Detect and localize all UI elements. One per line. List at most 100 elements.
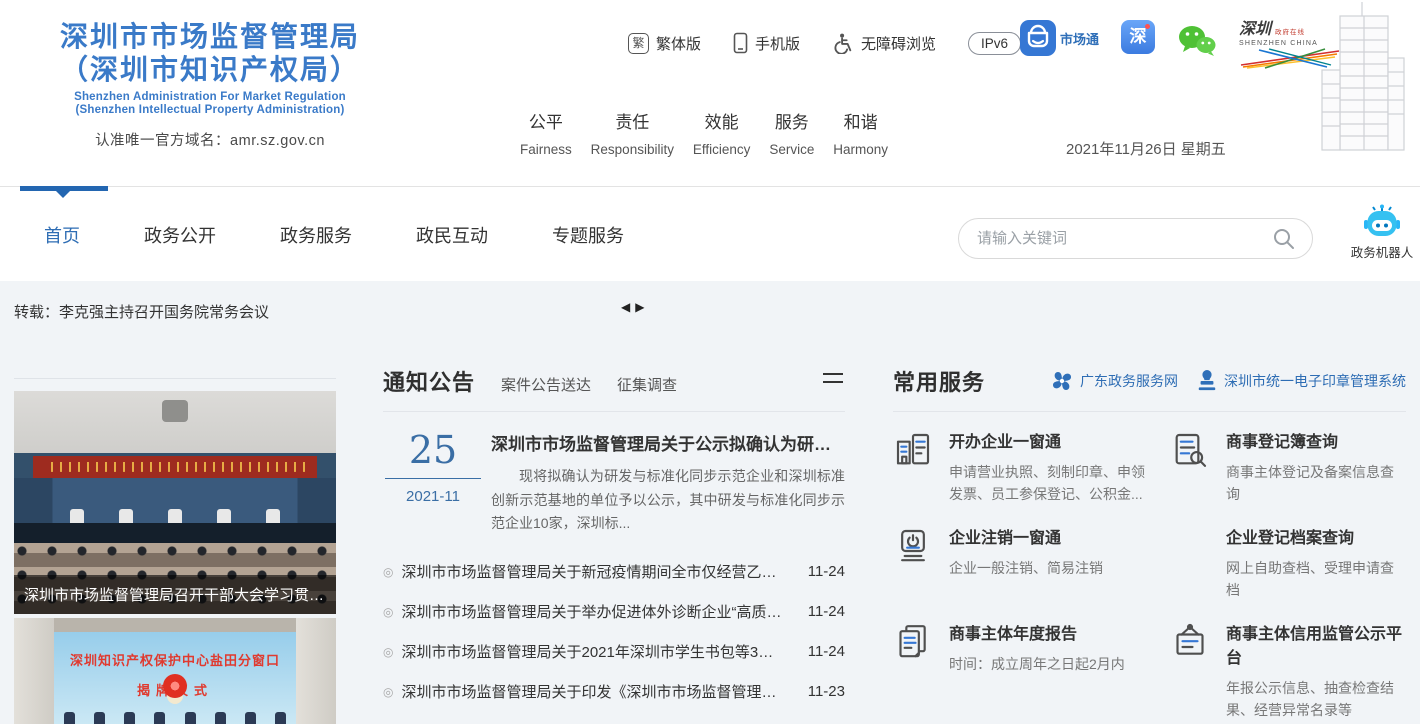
ticker-next-icon[interactable]: ▶ — [635, 300, 644, 314]
building-illustration — [1306, 0, 1414, 152]
sign-board-icon — [1170, 620, 1210, 722]
ticker-prev-icon[interactable]: ◀ — [621, 300, 630, 314]
news-ticker-link[interactable]: 转载：李克强主持召开国务院常务会议 — [14, 301, 269, 322]
service-title: 商事登记簿查询 — [1226, 428, 1406, 452]
notices-header: 通知公告 案件公告送达 征集调查 — [383, 365, 845, 412]
photo-caption[interactable]: 深圳市市场监督管理局召开干部大会学习贯彻党的十... — [14, 575, 336, 614]
search-bar — [958, 218, 1313, 259]
service-company-cancel[interactable]: 企业注销一窗通 企业一般注销、简易注销 — [893, 524, 1156, 602]
power-device-icon — [893, 524, 933, 602]
featured-month: 2021-11 — [383, 488, 483, 505]
ishenzhen-app-glyph: 深 — [1130, 27, 1147, 46]
services-panel: 常用服务 广东政务服务网 深圳市统一电子印章管理系统 — [893, 365, 1406, 721]
featured-day: 25 — [383, 430, 483, 470]
service-title: 商事主体年度报告 — [949, 620, 1125, 644]
featured-excerpt: 现将拟确认为研发与标准化同步示范企业和深圳标准创新示范基地的单位予以公示，其中研… — [491, 465, 845, 536]
news-photo-ceremony[interactable]: 深圳知识产权保护中心盐田分窗口 揭牌仪式 — [14, 618, 336, 724]
notice-list: ◎ 深圳市市场监督管理局关于新冠疫情期间全市仅经营乙类非... 11-24 ◎ … — [383, 552, 845, 712]
nav-item-interaction[interactable]: 政民互动 — [416, 222, 488, 248]
photo-projector — [162, 400, 188, 422]
notices-tab-case-delivery[interactable]: 案件公告送达 — [501, 374, 591, 395]
market-app-link[interactable]: 市场通 — [1020, 20, 1099, 56]
service-title: 商事主体信用监管公示平台 — [1226, 620, 1406, 668]
traditional-chinese-link[interactable]: 繁 繁体版 — [628, 33, 701, 54]
logo-title-cn-1: 深圳市市场监督管理局 — [24, 20, 396, 53]
service-archive-search[interactable]: 企业登记档案查询 网上自助查档、受理申请查档 — [1170, 524, 1406, 602]
ticker-arrows: ◀ ▶ — [621, 300, 644, 314]
bullet-icon: ◎ — [383, 645, 393, 659]
service-company-setup[interactable]: 开办企业一窗通 申请营业执照、刻制印章、申领发票、员工参保登记、公积金... — [893, 428, 1156, 506]
services-title: 常用服务 — [893, 365, 985, 397]
notices-more-icon[interactable] — [823, 373, 843, 389]
ishenzhen-app-dot — [1145, 24, 1150, 29]
service-credit-platform[interactable]: 商事主体信用监管公示平台 年报公示信息、抽查检查结果、经营异常名录等 — [1170, 620, 1406, 722]
service-annual-report[interactable]: 商事主体年度报告 时间：成立周年之日起2月内 — [893, 620, 1156, 722]
value-en: Service — [769, 142, 814, 157]
notice-title: 深圳市市场监督管理局关于举办促进体外诊断企业“高质量... — [401, 601, 785, 622]
robot-icon — [1362, 204, 1402, 240]
value-efficiency: 效能 Efficiency — [693, 108, 751, 157]
bullet-icon: ◎ — [383, 605, 393, 619]
mobile-version-label: 手机版 — [755, 33, 800, 54]
accessibility-label: 无障碍浏览 — [861, 33, 936, 54]
value-fairness: 公平 Fairness — [520, 108, 572, 157]
mobile-phone-icon — [733, 32, 748, 54]
notices-panel: 通知公告 案件公告送达 征集调查 25 2021-11 深圳市市场监督管理局关于… — [383, 365, 845, 712]
service-title: 开办企业一窗通 — [949, 428, 1156, 452]
accessibility-link[interactable]: 无障碍浏览 — [832, 32, 936, 54]
values-row: 公平 Fairness 责任 Responsibility 效能 Efficie… — [520, 108, 888, 157]
notice-row[interactable]: ◎ 深圳市市场监督管理局关于举办促进体外诊断企业“高质量... 11-24 — [383, 592, 845, 632]
notice-row[interactable]: ◎ 深圳市市场监督管理局关于2021年深圳市学生书包等3类产... 11-24 — [383, 632, 845, 672]
eseal-system-link[interactable]: 深圳市统一电子印章管理系统 — [1196, 370, 1406, 392]
nav-item-gov-disclosure[interactable]: 政务公开 — [144, 222, 216, 248]
building-doc-icon — [893, 428, 933, 506]
gov-robot-button[interactable]: 政务机器人 — [1350, 204, 1414, 261]
market-app-label: 市场通 — [1060, 29, 1099, 48]
app-links: 市场通 深 深圳 政府在线 SHENZHEN CHINA — [1020, 20, 1343, 69]
notice-row[interactable]: ◎ 深圳市市场监督管理局关于新冠疫情期间全市仅经营乙类非... 11-24 — [383, 552, 845, 592]
value-harmony: 和谐 Harmony — [833, 108, 888, 157]
featured-title-link[interactable]: 深圳市市场监督管理局关于公示拟确认为研发与标... — [491, 430, 845, 455]
nav-item-home[interactable]: 首页 — [44, 222, 80, 248]
mobile-version-link[interactable]: 手机版 — [733, 32, 800, 54]
service-title: 企业注销一窗通 — [949, 524, 1103, 548]
news-photo-meeting[interactable]: 深圳市市场监督管理局召开干部大会学习贯彻党的十... — [14, 391, 336, 614]
featured-date-divider — [385, 478, 481, 479]
notice-title: 深圳市市场监督管理局关于新冠疫情期间全市仅经营乙类非... — [401, 561, 785, 582]
notices-tab-survey[interactable]: 征集调查 — [617, 374, 677, 395]
nav-item-special-services[interactable]: 专题服务 — [552, 222, 624, 248]
ipv6-badge[interactable]: IPv6 — [968, 32, 1021, 55]
photo2-beam — [54, 618, 296, 632]
nav-item-gov-services[interactable]: 政务服务 — [280, 222, 352, 248]
services-links: 广东政务服务网 深圳市统一电子印章管理系统 — [1050, 369, 1406, 393]
wheelchair-icon — [832, 32, 854, 54]
market-app-icon — [1020, 20, 1056, 56]
value-cn: 效能 — [693, 108, 751, 133]
photo2-pillar-left — [14, 618, 54, 724]
photo-red-banner — [33, 456, 316, 478]
eseal-system-label: 深圳市统一电子印章管理系统 — [1224, 371, 1406, 391]
search-icon[interactable] — [1272, 227, 1296, 251]
traditional-chinese-icon: 繁 — [628, 33, 649, 54]
featured-date-block: 25 2021-11 — [383, 430, 483, 536]
notice-title: 深圳市市场监督管理局关于2021年深圳市学生书包等3类产... — [401, 641, 785, 662]
search-input[interactable] — [977, 230, 1272, 247]
shenzhen-logo-cn: 深圳 — [1239, 22, 1271, 38]
doc-search-icon — [1170, 428, 1210, 506]
notice-date: 11-23 — [808, 683, 845, 700]
gd-gov-service-link[interactable]: 广东政务服务网 — [1050, 369, 1178, 393]
ishenzhen-app-icon[interactable]: 深 — [1121, 20, 1155, 54]
service-registry-search[interactable]: 商事登记簿查询 商事主体登记及备案信息查询 — [1170, 428, 1406, 506]
shenzhen-logo-red: 政府在线 — [1275, 30, 1305, 37]
value-en: Responsibility — [591, 142, 674, 157]
services-grid: 开办企业一窗通 申请营业执照、刻制印章、申领发票、员工参保登记、公积金... 商… — [893, 412, 1406, 721]
bullet-icon: ◎ — [383, 565, 393, 579]
main-navbar: 首页 政务公开 政务服务 政民互动 专题服务 政务机器人 — [0, 186, 1420, 281]
notices-tab-active[interactable]: 通知公告 — [383, 365, 475, 397]
notice-row[interactable]: ◎ 深圳市市场监督管理局关于印发《深圳市市场监督管理局商... 11-23 — [383, 672, 845, 712]
site-logo[interactable]: 深圳市市场监督管理局 （深圳市知识产权局） Shenzhen Administr… — [24, 20, 396, 150]
photo-column: 深圳市市场监督管理局召开干部大会学习贯彻党的十... 深圳知识产权保护中心盐田分… — [14, 378, 336, 724]
gd-gov-service-label: 广东政务服务网 — [1080, 371, 1178, 391]
value-en: Efficiency — [693, 142, 751, 157]
wechat-icon[interactable] — [1177, 24, 1217, 58]
